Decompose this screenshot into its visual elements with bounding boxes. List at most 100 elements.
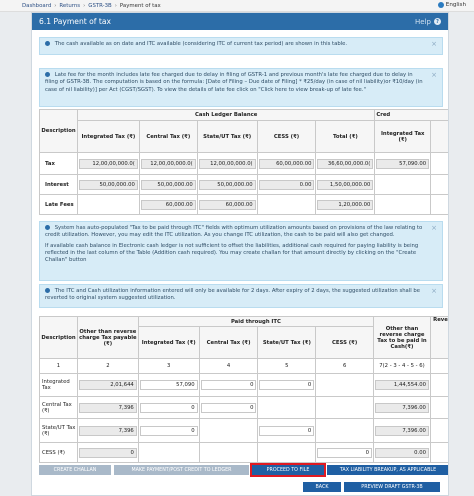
proceed-to-file-button[interactable]: Proceed to File [250,463,326,477]
close-icon[interactable]: × [431,71,437,79]
language-selector[interactable]: English [437,2,466,8]
col-reverse: Reve [429,316,448,359]
value-field: 57,090.00 [376,158,430,169]
value-field: 7,396 [78,425,137,436]
payment-panel: 6.1 Payment of tax Help ? The cash avail… [31,12,449,496]
table-row: Interest 50,00,000.00 50,00,000.00 50,00… [39,174,448,195]
itc-central-input[interactable]: 0 [200,380,257,390]
value-field: 0.00 [258,179,315,190]
table-row: Integrated Tax 2,01,644 57,090 0 0 1,44,… [39,373,448,397]
value-field: 50,00,000.00 [198,179,256,190]
table-row: Central Tax (₹) 7,396 0 0 7,396.00 [39,396,448,419]
row-label: Integrated Tax [39,373,78,397]
breadcrumb-returns[interactable]: Returns [59,3,80,9]
itc-cess-input[interactable]: 0 [317,447,373,458]
breadcrumb-separator: › [83,2,86,9]
value-field: 7,396 [78,402,137,413]
info-icon [45,41,50,46]
col-number: 2 [76,358,139,374]
back-button[interactable]: Back [303,482,341,492]
col-integrated-tax: Integrated Tax (₹) [76,120,140,153]
col-number: 4 [198,358,259,374]
navigation-buttons-row: Back Preview Draft GSTR-3B [303,482,440,492]
col-number: 5 [257,358,317,374]
breadcrumb-current: Payment of tax [119,2,161,9]
close-icon[interactable]: × [431,287,437,295]
table-row: CESS (₹) 0 0 0.00 [39,442,448,463]
row-label: CESS (₹) [39,442,78,463]
row-label: Late Fees [39,194,78,215]
column-number-row: 1 2 3 4 5 6 7(2 - 3 - 4 - 5 - 6) [39,358,448,374]
col-itc-state: State/UT Tax (₹) [257,326,317,359]
group-paid-itc: Paid through ITC [137,316,375,327]
col-number: 7(2 - 3 - 4 - 5 - 6) [373,358,431,374]
col-cash-payable: Other than reverse charge Tax to be paid… [373,316,431,359]
col-itc-integrated: Integrated Tax (₹) [137,326,200,359]
col-number: 6 [315,358,375,374]
group-cash-ledger: Cash Ledger Balance [76,109,376,121]
info-icon [45,288,50,293]
col-cess: CESS (₹) [256,120,317,153]
value-field: 60,00,000.00 [258,158,315,169]
breadcrumb-separator: › [114,2,117,9]
payment-table: Description Other than reverse charge Ta… [39,316,448,463]
panel-title: 6.1 Payment of tax [39,17,112,26]
globe-icon [437,2,444,8]
value-field: 0 [78,447,137,458]
col-other-than-reverse: Other than reverse charge Tax payable (₹… [76,316,139,359]
info-cash-available: The cash available as on date and ITC av… [39,37,443,55]
action-buttons-row: Create Challan Make Payment/Post Credit … [39,463,448,477]
language-label: English [445,2,466,8]
breadcrumb: Dashboard › Returns › GSTR-3B › Payment … [0,0,474,12]
info-icon [45,225,50,230]
value-field: 0.00 [375,447,429,458]
info-auto-populated: System has auto-populated "Tax to be pai… [39,221,443,281]
cash-ledger-table: Description Cash Ledger Balance Cred Int… [39,109,448,215]
table-row: Tax 12,00,00,000.0( 12,00,00,000.0( 12,0… [39,152,448,175]
info-icon [45,72,50,77]
row-label: Interest [39,174,78,195]
info-text: Late fee for the month includes late fee… [45,72,423,93]
value-field: 1,20,000.00 [317,199,374,210]
breadcrumb-dashboard[interactable]: Dashboard [22,3,51,9]
row-label: State/UT Tax (₹) [39,418,78,443]
itc-state-input[interactable]: 0 [259,425,315,436]
breadcrumb-separator: › [54,2,57,9]
value-field: 12,00,00,000.0( [78,158,138,169]
close-icon[interactable]: × [431,40,437,48]
info-text: The ITC and Cash utilization information… [45,288,421,302]
preview-draft-button[interactable]: Preview Draft GSTR-3B [344,482,440,492]
tax-liability-breakup-button[interactable]: Tax Liability Breakup, as Applicable [327,465,448,475]
value-field: 12,00,00,000.0( [140,158,196,169]
itc-integrated-input[interactable]: 0 [139,425,198,436]
value-field: 1,44,554.00 [375,380,429,390]
value-field: 50,00,000.00 [78,179,138,190]
row-label: Central Tax (₹) [39,396,78,419]
help-label: Help [415,17,431,26]
info-text: The cash available as on date and ITC av… [54,41,348,47]
value-field: 36,60,00,000.0( [317,158,374,169]
value-field: 7,396.00 [375,402,429,413]
col-itc-cess: CESS (₹) [315,326,375,359]
value-field: 12,00,00,000.0( [198,158,256,169]
itc-state-input[interactable]: 0 [259,380,315,390]
breadcrumb-gstr3b[interactable]: GSTR-3B [88,3,112,9]
make-payment-button[interactable]: Make Payment/Post Credit to Ledger [114,465,249,475]
info-late-fee: Late fee for the month includes late fee… [39,68,443,107]
col-credit-integrated: Integrated Tax (₹) [374,120,432,153]
help-link[interactable]: Help ? [415,18,441,26]
itc-integrated-input[interactable]: 57,090 [139,380,198,390]
value-field: 2,01,644 [78,380,137,390]
value-field: 50,00,000.00 [140,179,196,190]
value-field: 7,396.00 [375,425,429,436]
close-icon[interactable]: × [431,224,437,232]
value-field: 1,50,00,000.00 [317,179,374,190]
col-credit-more [430,120,448,153]
help-icon: ? [434,18,441,25]
itc-central-input[interactable]: 0 [200,402,257,413]
col-central-tax: Central Tax (₹) [138,120,198,153]
itc-integrated-input[interactable]: 0 [139,402,198,413]
create-challan-button[interactable]: Create Challan [39,465,111,475]
row-label: Tax [39,152,78,175]
col-total: Total (₹) [315,120,376,153]
